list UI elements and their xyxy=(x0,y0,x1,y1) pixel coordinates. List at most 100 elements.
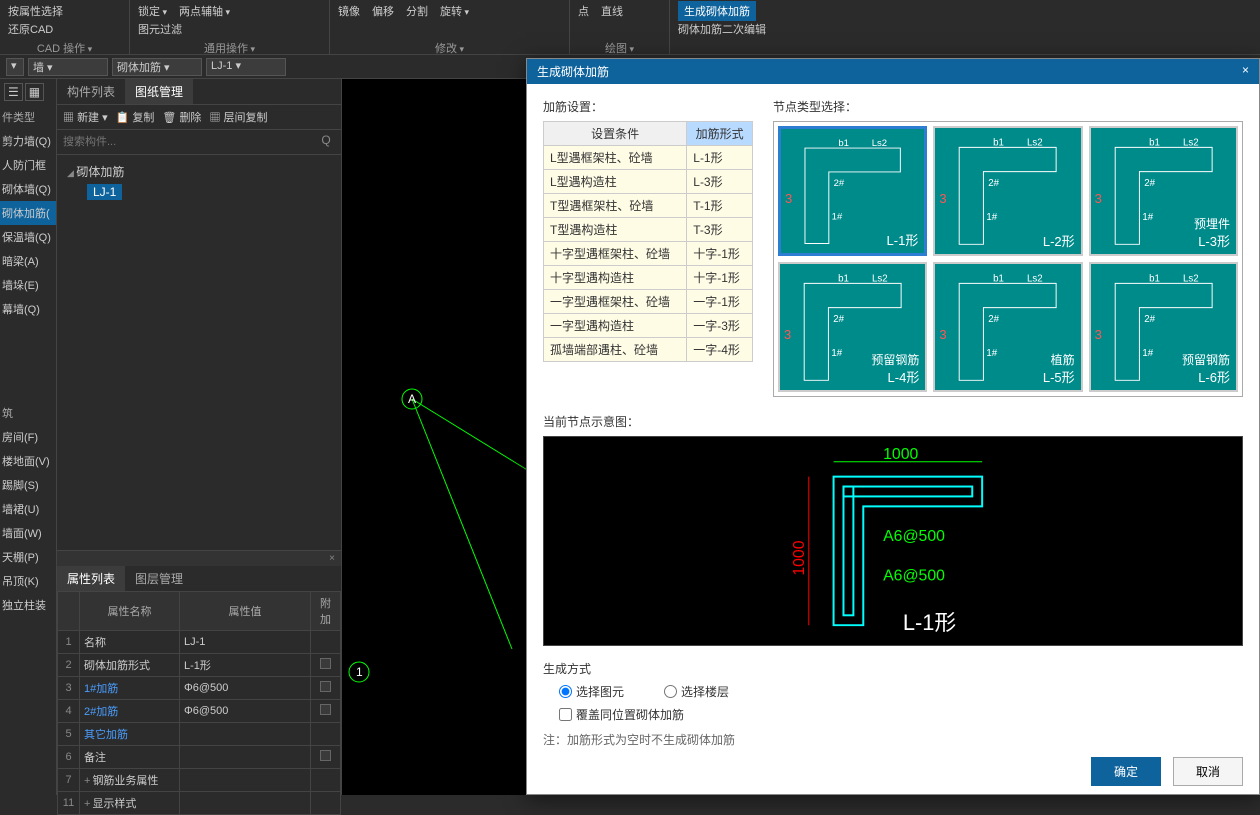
settings-header-form[interactable]: 加筋形式 xyxy=(687,122,753,146)
settings-row[interactable]: 十字型遇构造柱十字-1形 xyxy=(544,266,753,290)
sidebar-item[interactable]: 砌体墙(Q) xyxy=(0,177,56,201)
sidebar-item[interactable]: 幕墙(Q) xyxy=(0,297,56,321)
prop-header-att: 附加 xyxy=(311,592,341,631)
prop-panel-close[interactable]: × xyxy=(57,551,341,566)
left-header: 件类型 xyxy=(0,105,56,129)
svg-text:Ls2: Ls2 xyxy=(1183,137,1199,148)
sidebar-item[interactable]: 墙面(W) xyxy=(0,521,56,545)
sel-subcategory[interactable]: 砌体加筋 ▾ xyxy=(112,58,202,76)
node-type-card[interactable]: b1Ls22#1#3L-2形 xyxy=(933,126,1082,256)
property-row[interactable]: 31#加筋Φ6@500 xyxy=(58,677,341,700)
sidebar-item[interactable]: 保温墙(Q) xyxy=(0,225,56,249)
settings-row[interactable]: 一字型遇构造柱一字-3形 xyxy=(544,314,753,338)
svg-text:1#: 1# xyxy=(987,348,998,359)
svg-text:Ls2: Ls2 xyxy=(872,273,888,284)
new-button[interactable]: ▦ 新建 ▾ xyxy=(63,109,108,125)
svg-text:b1: b1 xyxy=(1149,273,1160,284)
delete-button[interactable]: 🗑 删除 xyxy=(162,109,201,125)
property-row[interactable]: 2砌体加筋形式L-1形 xyxy=(58,654,341,677)
prop-header-value: 属性值 xyxy=(180,592,311,631)
sidebar-item[interactable]: 墙裙(U) xyxy=(0,497,56,521)
radio-select-element[interactable]: 选择图元 xyxy=(559,683,624,700)
ribbon-btn-aux-axis[interactable]: 两点辅轴 xyxy=(179,3,230,19)
ok-button[interactable]: 确定 xyxy=(1091,757,1161,786)
sidebar-item[interactable]: 剪力墙(Q) xyxy=(0,129,56,153)
node-type-card[interactable]: b1Ls22#1#3预留钢筋L-6形 xyxy=(1089,262,1238,392)
settings-row[interactable]: L型遇构造柱L-3形 xyxy=(544,170,753,194)
tree-leaf-lj1[interactable]: LJ-1 xyxy=(87,184,122,200)
ribbon-btn-point[interactable]: 点 xyxy=(578,3,589,19)
sidebar-item[interactable]: 独立柱装 xyxy=(0,593,56,617)
preview-label: 当前节点示意图： xyxy=(543,413,1243,430)
ribbon-btn-edit-rebar[interactable]: 砌体加筋二次编辑 xyxy=(678,21,766,37)
svg-text:2#: 2# xyxy=(834,178,845,189)
settings-header-condition[interactable]: 设置条件 xyxy=(544,122,687,146)
radio-select-floor[interactable]: 选择楼层 xyxy=(664,683,729,700)
node-type-card[interactable]: b1Ls22#1#3L-1形 xyxy=(778,126,927,256)
sidebar-item[interactable]: 天棚(P) xyxy=(0,545,56,569)
search-icon[interactable]: Q xyxy=(317,133,335,151)
ribbon-group-cad[interactable]: CAD 操作 xyxy=(8,40,121,56)
gen-method-label: 生成方式 xyxy=(543,660,1243,677)
property-row[interactable]: 42#加筋Φ6@500 xyxy=(58,700,341,723)
close-icon[interactable]: × xyxy=(1242,63,1249,80)
sel-component[interactable]: LJ-1 ▾ xyxy=(206,58,286,76)
view-icon-2[interactable]: ▦ xyxy=(25,83,44,101)
property-row[interactable]: 1名称LJ-1 xyxy=(58,631,341,654)
ribbon-btn-rotate[interactable]: 旋转 xyxy=(440,3,469,19)
ribbon-btn-filter[interactable]: 图元过滤 xyxy=(138,21,182,37)
svg-text:2#: 2# xyxy=(989,314,1000,325)
search-input[interactable] xyxy=(63,133,317,151)
tab-properties[interactable]: 属性列表 xyxy=(57,566,125,591)
node-type-card[interactable]: b1Ls22#1#3预留钢筋L-4形 xyxy=(778,262,927,392)
svg-text:b1: b1 xyxy=(838,273,849,284)
ribbon-group-general[interactable]: 通用操作 xyxy=(138,40,321,56)
ribbon-btn-mirror[interactable]: 镜像 xyxy=(338,3,360,19)
sel-category[interactable]: 墙 ▾ xyxy=(28,58,108,76)
ribbon-btn-restore-cad[interactable]: 还原CAD xyxy=(8,21,53,37)
ribbon-btn-lock[interactable]: 锁定 xyxy=(138,3,167,19)
sidebar-item[interactable]: 房间(F) xyxy=(0,425,56,449)
ribbon-btn-generate-rebar[interactable]: 生成砌体加筋 xyxy=(678,1,756,21)
settings-row[interactable]: 孤墙端部遇柱、砼墙一字-4形 xyxy=(544,338,753,362)
property-row[interactable]: 7+钢筋业务属性 xyxy=(58,769,341,792)
svg-text:2#: 2# xyxy=(1144,314,1155,325)
sidebar-item[interactable]: 踢脚(S) xyxy=(0,473,56,497)
ribbon-group-draw[interactable]: 绘图 xyxy=(578,40,661,56)
property-table: 属性名称 属性值 附加 1名称LJ-12砌体加筋形式L-1形31#加筋Φ6@50… xyxy=(57,591,341,815)
sidebar-item[interactable]: 人防门框 xyxy=(0,153,56,177)
copy-button[interactable]: 📋 复制 xyxy=(116,109,155,125)
settings-row[interactable]: T型遇框架柱、砼墙T-1形 xyxy=(544,194,753,218)
node-type-card[interactable]: b1Ls22#1#3预埋件L-3形 xyxy=(1089,126,1238,256)
floor-copy-button[interactable]: ▦ 层间复制 xyxy=(209,109,267,125)
nodes-label: 节点类型选择： xyxy=(773,98,1243,115)
tree-parent[interactable]: 砌体加筋 xyxy=(67,161,331,182)
sidebar-item[interactable]: 砌体加筋( xyxy=(0,201,56,225)
property-row[interactable]: 6备注 xyxy=(58,746,341,769)
cancel-button[interactable]: 取消 xyxy=(1173,757,1243,786)
sidebar-item[interactable]: 楼地面(V) xyxy=(0,449,56,473)
settings-row[interactable]: L型遇框架柱、砼墙L-1形 xyxy=(544,146,753,170)
tab-component-list[interactable]: 构件列表 xyxy=(57,79,125,104)
property-row[interactable]: 5其它加筋 xyxy=(58,723,341,746)
ribbon-group-modify[interactable]: 修改 xyxy=(338,40,561,56)
dialog-title: 生成砌体加筋 xyxy=(537,63,609,80)
ribbon-btn-offset[interactable]: 偏移 xyxy=(372,3,394,19)
view-icon-1[interactable]: ☰ xyxy=(4,83,23,101)
svg-text:Ls2: Ls2 xyxy=(872,138,887,149)
settings-row[interactable]: T型遇构造柱T-3形 xyxy=(544,218,753,242)
sel-dropdown-1[interactable]: ▾ xyxy=(6,58,24,76)
checkbox-overwrite[interactable]: 覆盖同位置砌体加筋 xyxy=(559,706,1243,723)
sidebar-item[interactable]: 墙垛(E) xyxy=(0,273,56,297)
tab-drawing-mgmt[interactable]: 图纸管理 xyxy=(125,79,193,104)
settings-row[interactable]: 一字型遇框架柱、砼墙一字-1形 xyxy=(544,290,753,314)
sidebar-item[interactable]: 暗梁(A) xyxy=(0,249,56,273)
svg-text:b1: b1 xyxy=(993,137,1004,148)
node-type-card[interactable]: b1Ls22#1#3植筋L-5形 xyxy=(933,262,1082,392)
ribbon-btn-split[interactable]: 分割 xyxy=(406,3,428,19)
tab-layers[interactable]: 图层管理 xyxy=(125,566,193,591)
ribbon-btn-select-by-attr[interactable]: 按属性选择 xyxy=(8,3,63,19)
settings-row[interactable]: 十字型遇框架柱、砼墙十字-1形 xyxy=(544,242,753,266)
sidebar-item[interactable]: 吊顶(K) xyxy=(0,569,56,593)
ribbon-btn-line[interactable]: 直线 xyxy=(601,3,623,19)
